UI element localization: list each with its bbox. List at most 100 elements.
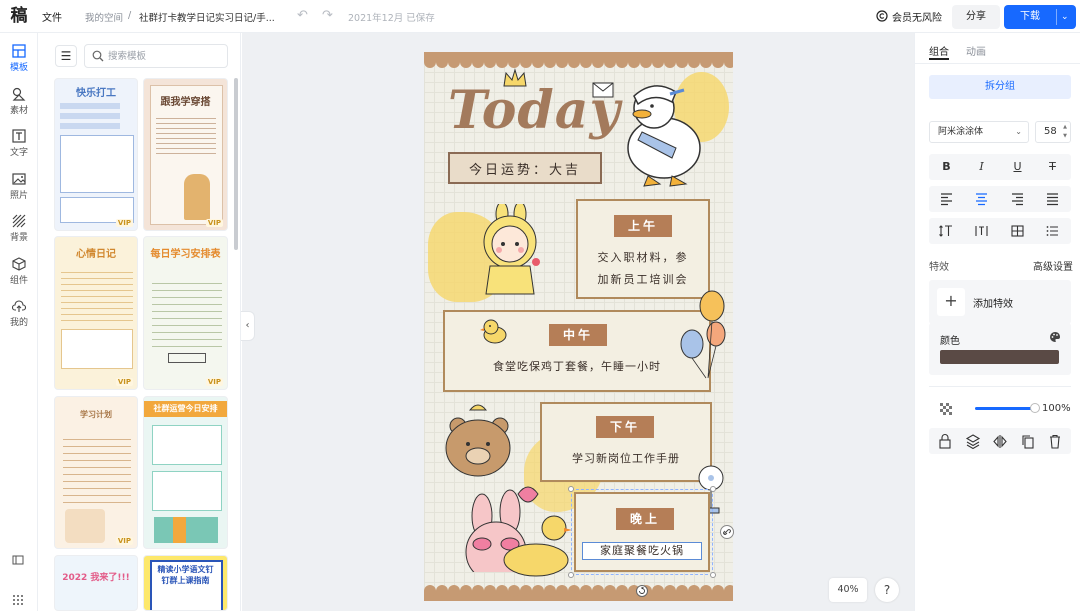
align-center-icon[interactable] [964, 186, 999, 212]
morning-text-1: 交入职材料，参 [597, 251, 689, 264]
redo-icon[interactable]: ↷ [322, 8, 333, 23]
link-icon[interactable] [720, 525, 734, 539]
tab-animation[interactable]: 动画 [966, 43, 986, 58]
template-card[interactable]: 精读小学语文钉钉群上课指南 [143, 555, 228, 611]
nav-background[interactable]: 背景 [0, 214, 38, 243]
stepper-icon[interactable]: ▲ ▼ [1063, 123, 1067, 141]
resize-handle[interactable] [710, 486, 716, 492]
template-card[interactable]: 心情日记 VIP [54, 236, 138, 390]
italic-button[interactable]: I [964, 154, 999, 180]
advanced-settings-link[interactable]: 高级设置 [1033, 258, 1073, 273]
lock-icon[interactable] [931, 428, 959, 454]
morning-tag: 上午 [614, 215, 672, 237]
nav-materials[interactable]: 素材 [0, 87, 38, 116]
rotate-icon[interactable] [636, 585, 648, 597]
align-right-icon[interactable] [1000, 186, 1035, 212]
nav-text[interactable]: 文字 [0, 129, 38, 158]
trash-icon[interactable] [1041, 428, 1069, 454]
align-left-icon[interactable] [929, 186, 964, 212]
color-swatch[interactable] [940, 350, 1059, 364]
list-icon[interactable] [1035, 218, 1070, 244]
fortune-text: 今日运势：大吉 [468, 163, 581, 178]
selection-outline [571, 489, 713, 575]
search-input[interactable] [108, 49, 218, 64]
noon-text-1: 食堂吃保鸡丁套餐，午睡一小时 [493, 360, 661, 373]
nav-components[interactable]: 组件 [0, 257, 38, 286]
crown-icon [503, 68, 527, 87]
download-button[interactable]: 下载 ⌄ [1004, 5, 1076, 29]
layers-icon[interactable] [959, 428, 987, 454]
template-card[interactable]: 2022 我来了!!! [54, 555, 138, 611]
template-card[interactable]: 每日学习安排表 VIP [143, 236, 228, 390]
chevron-down-icon: ⌄ [1015, 127, 1022, 136]
bunny-girl-illustration [483, 204, 540, 295]
template-line [60, 123, 120, 129]
zoom-level[interactable]: 40% [829, 578, 867, 602]
nav-photos[interactable]: 照片 [0, 172, 38, 201]
background-icon [12, 214, 26, 228]
vip-badge: VIP [115, 537, 133, 545]
line-height-icon[interactable] [929, 218, 964, 244]
menu-icon[interactable]: ☰ [55, 45, 77, 67]
tab-group[interactable]: 组合 [929, 43, 949, 58]
nav-mine[interactable]: 我的 [0, 299, 38, 328]
search-box[interactable] [84, 44, 228, 68]
app-logo[interactable]: 稿 [8, 5, 30, 27]
nav-background-label: 背景 [9, 233, 28, 243]
template-block [65, 509, 105, 543]
transparency-icon [940, 403, 952, 415]
breadcrumb-space[interactable]: 我的空间 [85, 10, 123, 24]
palette-icon[interactable] [1049, 331, 1061, 343]
template-card[interactable]: 学习计划 VIP [54, 396, 138, 549]
help-button[interactable]: ? [875, 578, 899, 602]
template-title: 快乐打工 [76, 88, 116, 99]
resize-handle[interactable] [568, 486, 574, 492]
bold-button[interactable]: B [929, 154, 964, 180]
opacity-value[interactable]: 100% [1042, 403, 1071, 414]
plus-icon[interactable]: + [937, 288, 965, 316]
add-effect-box[interactable]: + 添加特效 [929, 280, 1071, 324]
breadcrumb-separator: / [128, 10, 132, 21]
chevron-down-icon[interactable]: ⌄ [1061, 5, 1069, 29]
ungroup-button[interactable]: 拆分组 [929, 75, 1071, 99]
letter-spacing-icon[interactable] [964, 218, 999, 244]
cube-icon [12, 257, 26, 271]
document-title[interactable]: 社群打卡教学日记实习日记/手... [139, 10, 275, 24]
fortune-box[interactable]: 今日运势：大吉 [448, 152, 602, 184]
file-menu[interactable]: 文件 [42, 9, 62, 24]
layers-panel-icon[interactable] [12, 554, 24, 566]
table-icon[interactable] [1000, 218, 1035, 244]
apps-grid-icon[interactable] [12, 594, 24, 606]
add-effect-label: 添加特效 [973, 299, 1013, 310]
template-card[interactable]: 跟我学穿搭 VIP [143, 78, 228, 231]
opacity-slider[interactable] [975, 407, 1035, 410]
morning-box[interactable]: 上午 交入职材料，参 加新员工培训会 [576, 199, 710, 299]
resize-handle[interactable] [710, 572, 716, 578]
collapse-panel-button[interactable]: ‹ [241, 311, 255, 341]
template-block [60, 135, 134, 193]
vip-badge: VIP [115, 219, 133, 227]
poster-canvas[interactable]: Today 今日运势：大吉 上午 交入职材料，参 加新员工培训会 中午 食堂吃保… [424, 52, 733, 601]
panel-scrollbar[interactable] [234, 78, 238, 250]
resize-handle[interactable] [568, 572, 574, 578]
strikethrough-button[interactable]: T [1035, 154, 1070, 180]
nav-materials-label: 素材 [9, 106, 28, 116]
opacity-slider-knob[interactable] [1030, 403, 1040, 413]
template-card[interactable]: 快乐打工 VIP [54, 78, 138, 231]
undo-icon[interactable]: ↶ [297, 8, 308, 23]
member-no-risk-link[interactable]: 会员无风险 [892, 9, 942, 24]
duck-illustration [627, 85, 701, 187]
align-justify-icon[interactable] [1035, 186, 1070, 212]
nav-mine-label: 我的 [9, 318, 28, 328]
template-block [152, 425, 222, 465]
vip-badge: VIP [205, 219, 223, 227]
template-card[interactable]: 社群运营今日安排 [143, 396, 228, 549]
flip-icon[interactable] [986, 428, 1014, 454]
underline-button[interactable]: U [1000, 154, 1035, 180]
font-size-input[interactable]: 58 ▲ ▼ [1035, 121, 1071, 143]
nav-components-label: 组件 [9, 276, 28, 286]
nav-templates[interactable]: 模板 [0, 44, 38, 73]
font-family-select[interactable]: 阿米涂涂体 ⌄ [929, 121, 1029, 143]
share-button[interactable]: 分享 [952, 5, 1000, 29]
copy-icon[interactable] [1014, 428, 1042, 454]
